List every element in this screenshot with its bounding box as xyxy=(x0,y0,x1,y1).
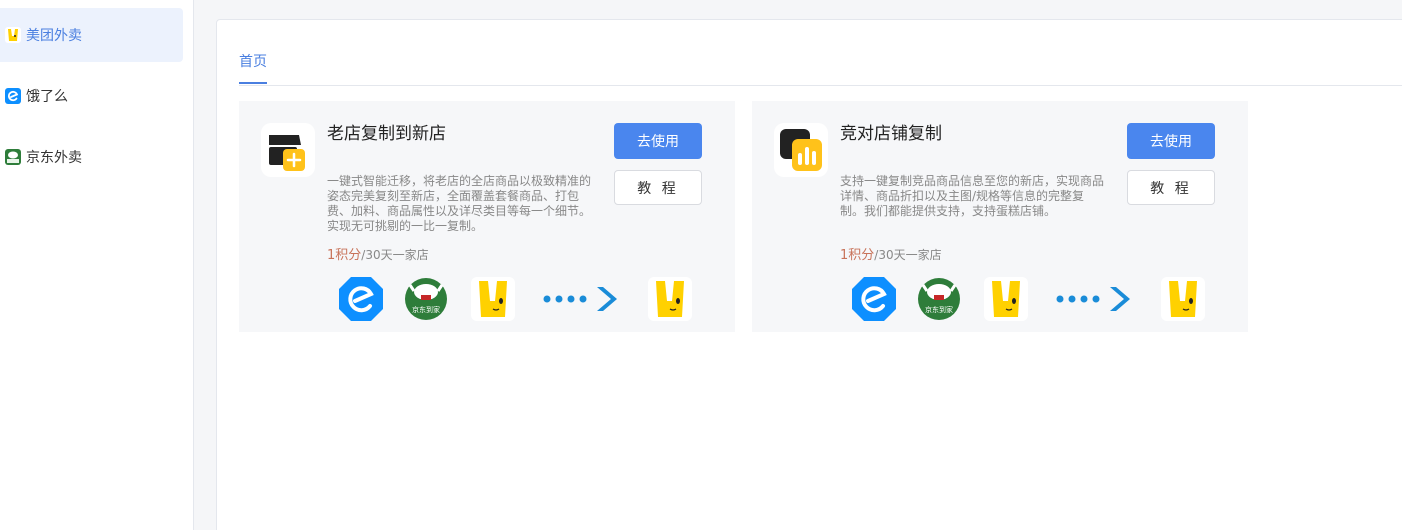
feature-card-store-copy: 老店复制到新店 一键式智能迁移，将老店的全店商品以极致精准的姿态完美复刻至新店，… xyxy=(239,101,735,332)
store-copy-icon xyxy=(261,123,315,177)
sidebar-item-jd[interactable]: 京东外卖 xyxy=(0,130,183,184)
meituan-logo-icon xyxy=(984,277,1028,321)
cost-points: 1积分 xyxy=(327,248,362,263)
sidebar-item-label: 京东外卖 xyxy=(26,150,82,166)
sidebar-item-eleme[interactable]: 饿了么 xyxy=(0,69,183,123)
arrow-right-icon xyxy=(1056,287,1130,311)
card-description: 支持一键复制竞品商品信息至您的新店，实现商品详情、商品折扣以及主图/规格等信息的… xyxy=(840,174,1105,218)
meituan-logo-icon xyxy=(471,277,515,321)
eleme-logo-icon xyxy=(852,277,896,321)
meituan-logo-icon xyxy=(1161,277,1205,321)
cost-period: /30天一家店 xyxy=(361,248,429,262)
use-button[interactable]: 去使用 xyxy=(614,123,702,159)
tutorial-button[interactable]: 教 程 xyxy=(614,170,702,205)
tab-bar: 首页 xyxy=(239,20,1402,86)
card-title: 老店复制到新店 xyxy=(327,124,446,144)
eleme-logo-icon xyxy=(339,277,383,321)
cost-period: /30天一家店 xyxy=(874,248,942,262)
sidebar-item-meituan[interactable]: 美团外卖 xyxy=(0,8,183,62)
jd-icon xyxy=(5,149,21,165)
jd-logo-text: 京东到家 xyxy=(412,305,440,314)
card-title: 竞对店铺复制 xyxy=(840,124,942,144)
eleme-icon xyxy=(5,88,21,104)
tab-home[interactable]: 首页 xyxy=(239,54,267,84)
sidebar: 美团外卖 饿了么 京东外卖 xyxy=(0,0,194,530)
jd-daojia-logo-icon: 京东到家 xyxy=(405,278,447,320)
competitor-chart-icon xyxy=(774,123,828,177)
sidebar-item-label: 美团外卖 xyxy=(26,28,82,44)
card-cost: 1积分/30天一家店 xyxy=(327,247,429,264)
sidebar-item-label: 饿了么 xyxy=(26,89,68,105)
meituan-icon xyxy=(5,27,21,43)
meituan-logo-icon xyxy=(648,277,692,321)
use-button[interactable]: 去使用 xyxy=(1127,123,1215,159)
cost-points: 1积分 xyxy=(840,248,875,263)
arrow-right-icon xyxy=(543,287,617,311)
jd-daojia-logo-icon: 京东到家 xyxy=(918,278,960,320)
feature-card-competitor-copy: 竞对店铺复制 支持一键复制竞品商品信息至您的新店，实现商品详情、商品折扣以及主图… xyxy=(752,101,1248,332)
card-description: 一键式智能迁移，将老店的全店商品以极致精准的姿态完美复刻至新店，全面覆盖套餐商品… xyxy=(327,174,592,233)
tutorial-button[interactable]: 教 程 xyxy=(1127,170,1215,205)
card-cost: 1积分/30天一家店 xyxy=(840,247,942,264)
jd-logo-text: 京东到家 xyxy=(925,305,953,314)
